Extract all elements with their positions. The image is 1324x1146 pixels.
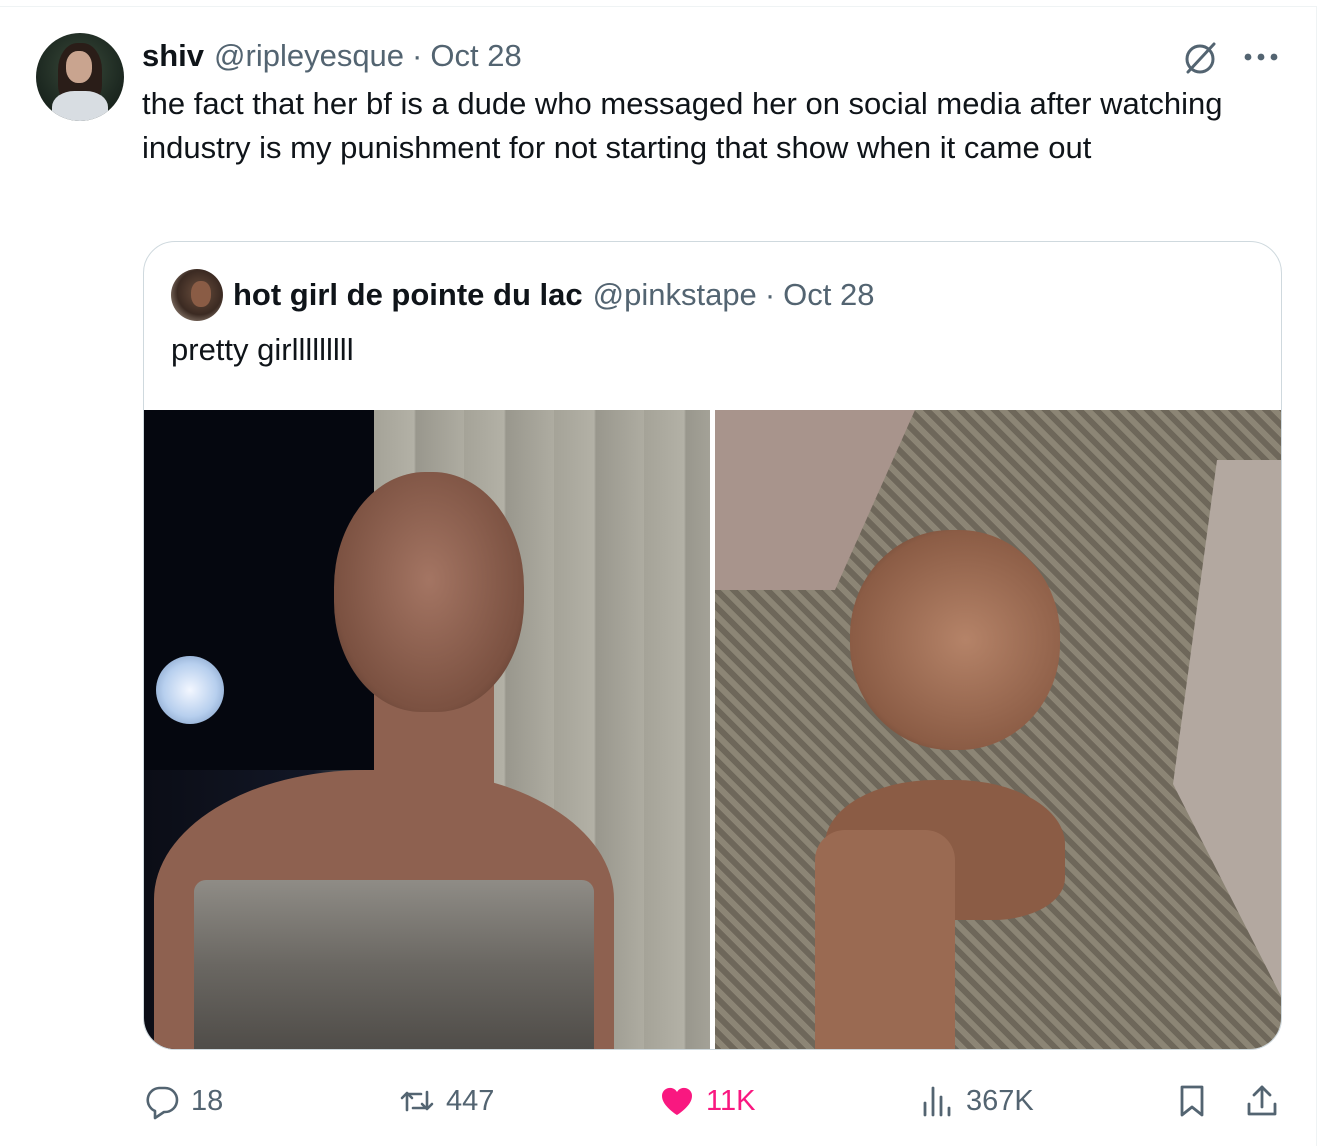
tweet-date[interactable]: Oct 28 (430, 38, 521, 74)
like-button[interactable]: 11K (658, 1076, 755, 1126)
share-button[interactable] (1243, 1076, 1291, 1126)
grok-icon[interactable] (1180, 38, 1220, 78)
tweet-header: shiv @ripleyesque · Oct 28 (142, 36, 522, 76)
reply-count: 18 (191, 1084, 224, 1117)
action-bar: 18 447 11K 367K (143, 1076, 1283, 1126)
share-icon (1247, 1085, 1277, 1116)
repost-count: 447 (446, 1084, 495, 1117)
bookmark-button[interactable] (1173, 1076, 1221, 1126)
repost-button[interactable]: 447 (398, 1076, 494, 1126)
quoted-text: pretty girlllllllll (171, 332, 354, 367)
quoted-tweet[interactable]: hot girl de pointe du lac @pinkstape · O… (143, 241, 1282, 1050)
quoted-date[interactable]: Oct 28 (783, 277, 874, 313)
author-handle[interactable]: @ripleyesque (214, 38, 404, 74)
heart-icon (661, 1087, 693, 1115)
views-icon (923, 1086, 951, 1117)
like-count: 11K (706, 1084, 756, 1117)
avatar[interactable] (36, 33, 124, 121)
separator-dot: · (764, 277, 776, 312)
quoted-header: hot girl de pointe du lac @pinkstape · O… (233, 274, 874, 316)
quoted-photo-2[interactable] (715, 410, 1281, 1049)
separator-dot: · (412, 38, 423, 73)
more-icon[interactable] (1240, 40, 1282, 74)
quoted-photo-1[interactable] (144, 410, 710, 1049)
author-name[interactable]: shiv (142, 38, 204, 74)
quoted-avatar[interactable] (171, 269, 223, 321)
views-button[interactable]: 367K (918, 1076, 1034, 1126)
view-count: 367K (966, 1084, 1034, 1117)
reply-icon (146, 1086, 179, 1120)
quoted-author-handle[interactable]: @pinkstape (593, 277, 757, 313)
repost-icon (400, 1090, 434, 1112)
tweet-text: the fact that her bf is a dude who messa… (142, 86, 1223, 165)
quoted-author-name[interactable]: hot girl de pointe du lac (233, 277, 583, 313)
bookmark-icon (1180, 1085, 1204, 1117)
reply-button[interactable]: 18 (143, 1076, 223, 1126)
